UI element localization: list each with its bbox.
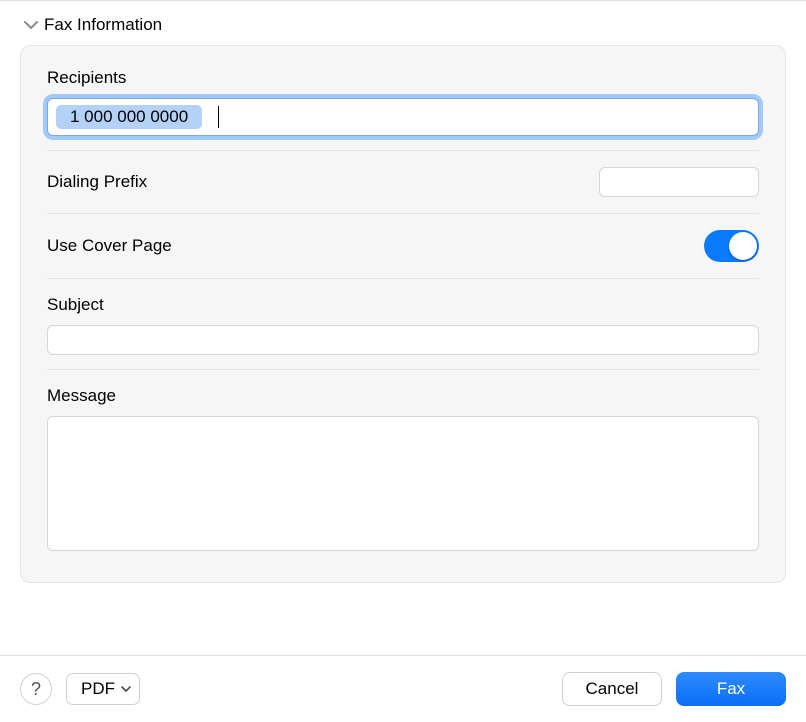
recipients-label: Recipients	[47, 68, 759, 88]
fax-dialog: Fax Information Recipients 1 000 000 000…	[0, 0, 806, 722]
cover-page-row: Use Cover Page	[47, 214, 759, 278]
section-title: Fax Information	[44, 15, 162, 35]
pdf-popup-button[interactable]: PDF	[66, 673, 140, 705]
chevron-down-icon	[121, 685, 131, 693]
cancel-button[interactable]: Cancel	[562, 672, 662, 706]
pdf-label: PDF	[81, 679, 115, 699]
text-caret	[218, 106, 219, 128]
cover-page-toggle[interactable]	[704, 230, 759, 262]
subject-input[interactable]	[47, 325, 759, 355]
message-label: Message	[47, 386, 759, 406]
toggle-knob	[729, 232, 757, 260]
recipients-input[interactable]: 1 000 000 0000	[47, 98, 759, 136]
dialing-prefix-row: Dialing Prefix	[47, 151, 759, 213]
recipient-token[interactable]: 1 000 000 0000	[56, 105, 202, 129]
help-icon: ?	[31, 679, 41, 700]
subject-label: Subject	[47, 295, 759, 315]
help-button[interactable]: ?	[20, 673, 52, 705]
section-header[interactable]: Fax Information	[24, 15, 786, 35]
message-textarea[interactable]	[47, 416, 759, 551]
content-area: Fax Information Recipients 1 000 000 000…	[0, 1, 806, 655]
dialog-footer: ? PDF Cancel Fax	[0, 655, 806, 722]
dialing-prefix-input[interactable]	[599, 167, 759, 197]
message-block: Message	[47, 370, 759, 556]
subject-block: Subject	[47, 279, 759, 369]
chevron-down-icon	[24, 19, 38, 31]
fax-info-panel: Recipients 1 000 000 0000 Dialing Prefix…	[20, 45, 786, 583]
fax-button[interactable]: Fax	[676, 672, 786, 706]
cover-page-label: Use Cover Page	[47, 236, 172, 256]
dialing-prefix-label: Dialing Prefix	[47, 172, 147, 192]
